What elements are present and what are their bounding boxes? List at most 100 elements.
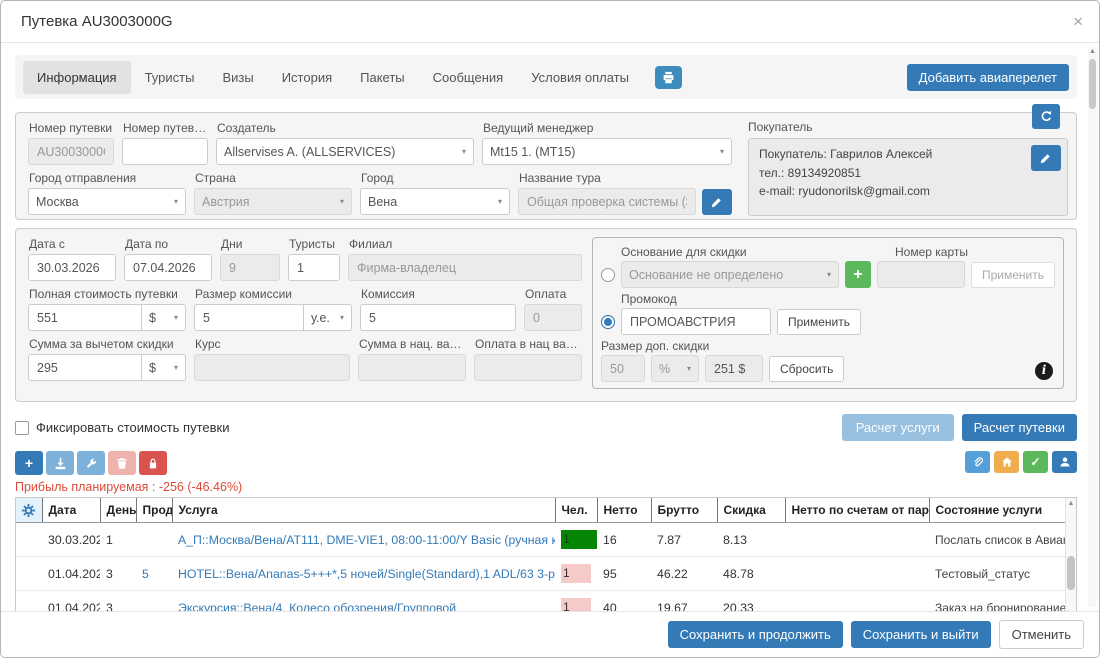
- header-partner-netto[interactable]: Нетто по счетам от партнера: [785, 498, 929, 523]
- header-people[interactable]: Чел.: [555, 498, 597, 523]
- info-icon[interactable]: i: [1035, 362, 1053, 380]
- tourist-button[interactable]: [1052, 451, 1077, 473]
- tour-name-input[interactable]: [518, 188, 696, 215]
- printer-icon: [662, 71, 675, 84]
- extra-discount-amount-input[interactable]: [705, 355, 763, 382]
- header-service[interactable]: Услуга: [172, 498, 555, 523]
- header-day[interactable]: День: [100, 498, 136, 523]
- promo-radio[interactable]: [601, 315, 615, 329]
- payment-input[interactable]: [524, 304, 582, 331]
- delete-service-button[interactable]: [108, 451, 136, 475]
- commission-input[interactable]: [360, 304, 516, 331]
- header-date[interactable]: Дата: [42, 498, 100, 523]
- date-to-input[interactable]: [124, 254, 212, 281]
- tab-visas[interactable]: Визы: [208, 61, 267, 94]
- lock-icon: [147, 457, 159, 470]
- table-row[interactable]: 01.04.2026 3 5 HOTEL::Вена/Ananas-5+++*,…: [16, 557, 1065, 591]
- cell-service[interactable]: А_П::Москва/Вена/АТ111, DME-VIE1, 08:00-…: [172, 523, 555, 557]
- header-brutto[interactable]: Брутто: [651, 498, 717, 523]
- discount-basis-select[interactable]: Основание не определено▾: [621, 261, 839, 288]
- wrench-icon: [85, 457, 98, 470]
- edit-buyer-button[interactable]: [1031, 145, 1061, 171]
- header-prod[interactable]: Прод.: [136, 498, 172, 523]
- tab-history[interactable]: История: [268, 61, 346, 94]
- chevron-down-icon: ▾: [174, 313, 178, 322]
- export-service-button[interactable]: [46, 451, 74, 475]
- commission-unit-select[interactable]: у.е.▾: [304, 304, 352, 331]
- tab-messages[interactable]: Сообщения: [419, 61, 518, 94]
- tab-payment-terms[interactable]: Условия оплаты: [517, 61, 643, 94]
- branch-input[interactable]: [348, 254, 582, 281]
- save-exit-button[interactable]: Сохранить и выйти: [851, 621, 991, 648]
- extra-discount-percent-input[interactable]: [601, 355, 645, 382]
- add-service-button[interactable]: +: [15, 451, 43, 475]
- rate-input[interactable]: [194, 354, 350, 381]
- apply-card-button[interactable]: Применить: [971, 262, 1055, 288]
- voucher-number-input[interactable]: [28, 138, 114, 165]
- scroll-up-icon[interactable]: ▲: [1066, 500, 1076, 507]
- buyer-email: e-mail: ryudonorilsk@gmail.com: [759, 182, 1029, 201]
- cancel-button[interactable]: Отменить: [999, 620, 1084, 649]
- tab-packages[interactable]: Пакеты: [346, 61, 419, 94]
- add-flight-button[interactable]: Добавить авиаперелет: [907, 64, 1069, 91]
- header-status[interactable]: Состояние услуги: [929, 498, 1065, 523]
- buyer-info: Покупатель: Гаврилов Алексей тел.: 89134…: [748, 138, 1068, 216]
- table-row[interactable]: 30.03.2026 1 А_П::Москва/Вена/АТ111, DME…: [16, 523, 1065, 557]
- commission-label: Комиссия: [361, 287, 516, 301]
- tab-tourists[interactable]: Туристы: [131, 61, 209, 94]
- apply-promo-button[interactable]: Применить: [777, 309, 861, 335]
- days-input[interactable]: [220, 254, 280, 281]
- chevron-down-icon: ▾: [827, 270, 831, 279]
- extra-discount-unit-select[interactable]: %▾: [651, 355, 699, 382]
- tourists-field: Туристы: [288, 237, 340, 281]
- column-settings-button[interactable]: [16, 498, 42, 523]
- check-icon: ✓: [1030, 456, 1040, 468]
- cell-service[interactable]: HOTEL::Вена/Ananas-5+++*,5 ночей/Single(…: [172, 557, 555, 591]
- date-to-label: Дата по: [125, 237, 212, 251]
- sum-after-discount-input[interactable]: [28, 354, 142, 381]
- sum-national-input[interactable]: [358, 354, 466, 381]
- confirm-button[interactable]: ✓: [1023, 451, 1048, 473]
- tools-service-button[interactable]: [77, 451, 105, 475]
- cell-partner-netto: [785, 557, 929, 591]
- creator-select[interactable]: Allservises A. (ALLSERVICES)▾: [216, 138, 474, 165]
- fix-cost-checkbox[interactable]: [15, 421, 29, 435]
- discount-basis-radio[interactable]: [601, 268, 615, 282]
- calc-voucher-button[interactable]: Расчет путевки: [962, 414, 1077, 441]
- print-button[interactable]: [655, 66, 682, 89]
- city-select[interactable]: Вена▾: [360, 188, 510, 215]
- country-select[interactable]: Австрия▾: [194, 188, 352, 215]
- add-basis-button[interactable]: +: [845, 261, 871, 288]
- close-icon[interactable]: ×: [1073, 1, 1083, 42]
- calc-service-button[interactable]: Расчет услуги: [842, 414, 954, 441]
- reset-discount-button[interactable]: Сбросить: [769, 356, 844, 382]
- attach-button[interactable]: [965, 451, 990, 473]
- date-from-input[interactable]: [28, 254, 116, 281]
- payment-national-input[interactable]: [474, 354, 582, 381]
- header-discount[interactable]: Скидка: [717, 498, 785, 523]
- tourists-input[interactable]: [288, 254, 340, 281]
- edit-tour-button[interactable]: [702, 189, 732, 215]
- save-continue-button[interactable]: Сохранить и продолжить: [668, 621, 843, 648]
- commission-rate-input[interactable]: [194, 304, 304, 331]
- promo-input[interactable]: [621, 308, 771, 335]
- branch-label: Филиал: [349, 237, 582, 251]
- manager-select[interactable]: Mt15 1. (MT15)▾: [482, 138, 732, 165]
- card-number-input[interactable]: [877, 261, 965, 288]
- branch-field: Филиал: [348, 237, 582, 281]
- tab-information[interactable]: Информация: [23, 61, 131, 94]
- scrollbar-thumb[interactable]: [1089, 59, 1096, 109]
- full-cost-currency-select[interactable]: $▾: [142, 304, 186, 331]
- full-cost-input[interactable]: [28, 304, 142, 331]
- lock-service-button[interactable]: [139, 451, 167, 475]
- modal-scrollbar[interactable]: ▲: [1088, 47, 1097, 607]
- voucher-number-alt-input[interactable]: [122, 138, 208, 165]
- sum-after-discount-currency-select[interactable]: $▾: [142, 354, 186, 381]
- home-button[interactable]: [994, 451, 1019, 473]
- scroll-up-icon[interactable]: ▲: [1088, 48, 1097, 55]
- departure-city-select[interactable]: Москва▾: [28, 188, 186, 215]
- refresh-button[interactable]: [1032, 104, 1060, 129]
- tab-bar: Информация Туристы Визы История Пакеты С…: [15, 55, 1077, 99]
- header-netto[interactable]: Нетто: [597, 498, 651, 523]
- scrollbar-thumb[interactable]: [1067, 556, 1075, 590]
